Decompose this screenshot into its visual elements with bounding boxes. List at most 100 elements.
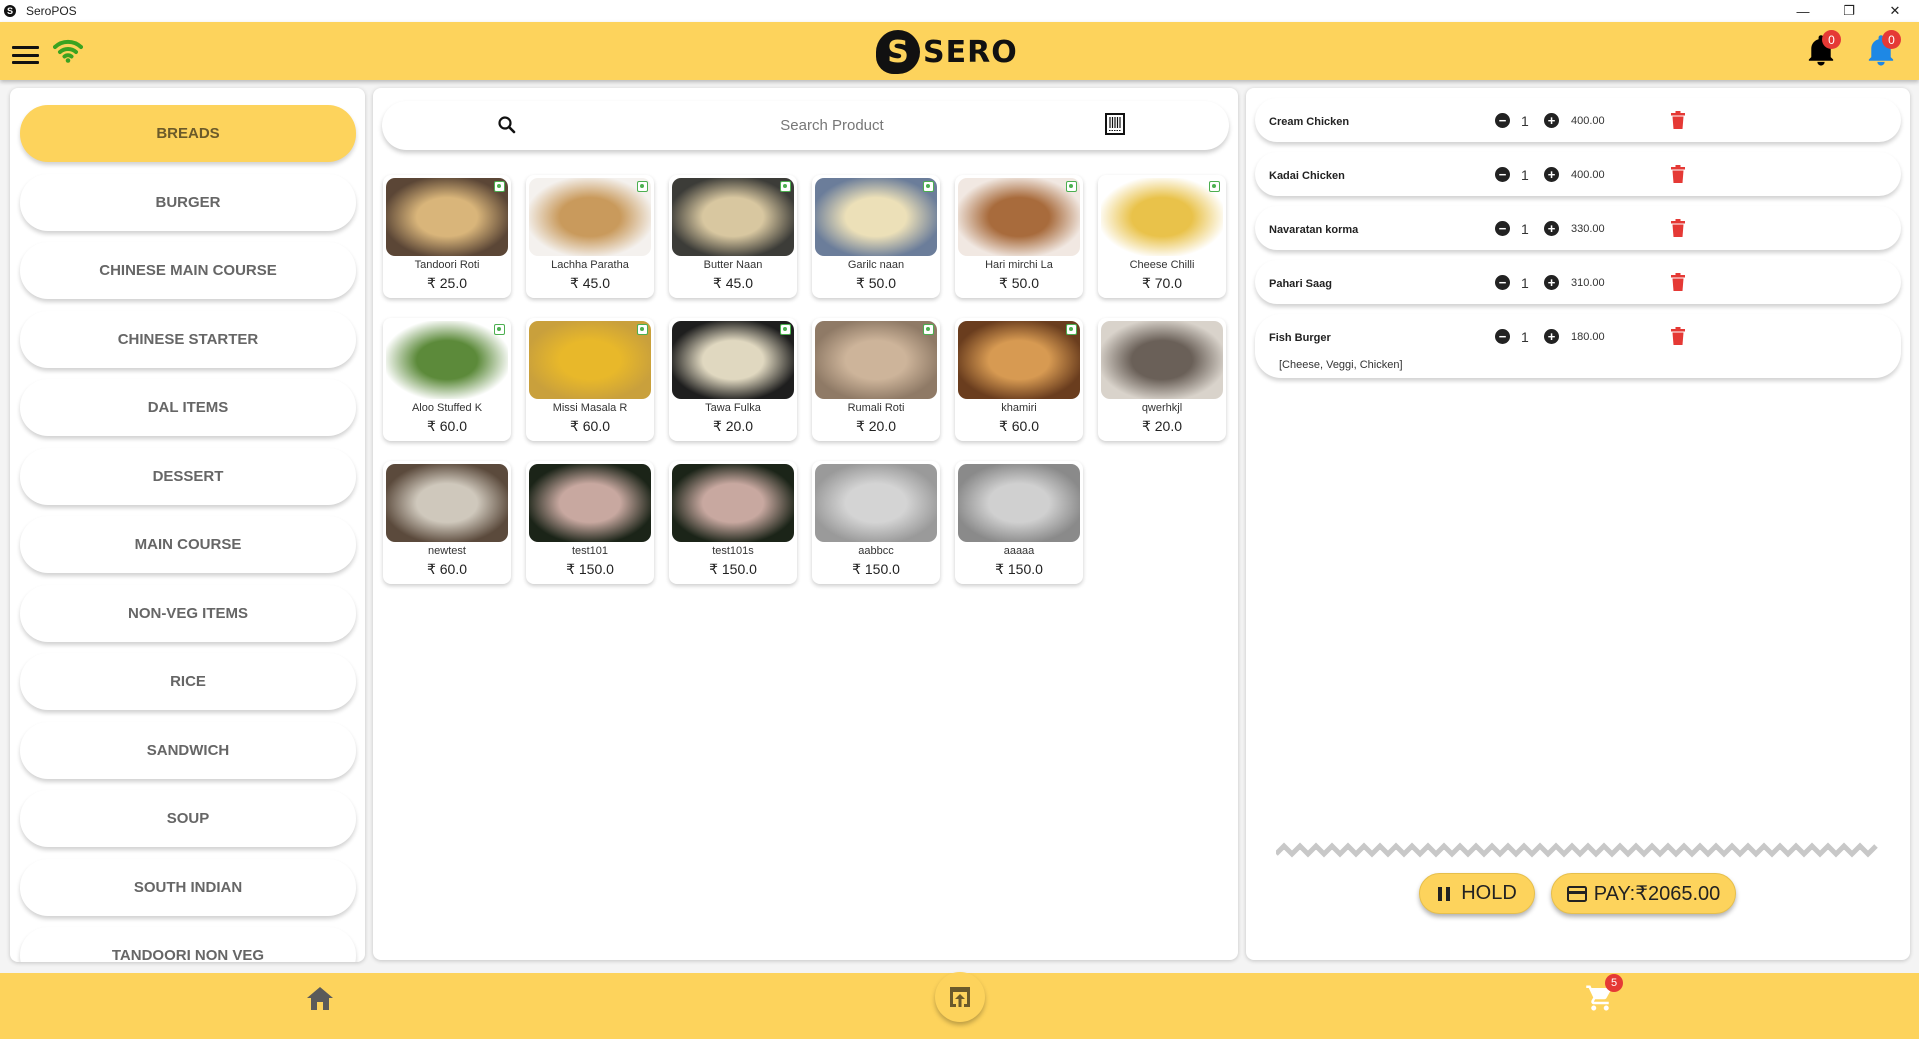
veg-indicator-icon (494, 181, 505, 192)
cart-item-name: Navaratan korma (1269, 224, 1359, 236)
barcode-icon[interactable] (1105, 113, 1125, 135)
product-card[interactable]: Aloo Stuffed K ₹ 60.0 (383, 318, 511, 441)
category-main-course[interactable]: MAIN COURSE (20, 516, 356, 573)
product-card[interactable]: test101s ₹ 150.0 (669, 461, 797, 584)
category-chinese-starter[interactable]: CHINESE STARTER (20, 310, 356, 368)
delete-icon[interactable] (1671, 165, 1685, 183)
cart-item-qty: 1 (1521, 329, 1529, 345)
delete-icon[interactable] (1671, 219, 1685, 237)
product-card[interactable]: Butter Naan ₹ 45.0 (669, 175, 797, 298)
notification-bell-black[interactable]: 0 (1806, 30, 1841, 68)
product-name: test101s (712, 545, 754, 557)
product-name: qwerhkjl (1141, 402, 1183, 414)
product-card[interactable]: newtest ₹ 60.0 (383, 461, 511, 584)
cart-item-name: Kadai Chicken (1269, 170, 1345, 182)
product-card[interactable]: Rumali Roti ₹ 20.0 (812, 318, 940, 441)
product-image (529, 178, 651, 256)
sero-logo: S SERO (876, 28, 1018, 76)
decrease-qty-icon[interactable]: − (1495, 221, 1510, 236)
delete-icon[interactable] (1671, 111, 1685, 129)
product-card[interactable]: test101 ₹ 150.0 (526, 461, 654, 584)
home-icon[interactable] (306, 985, 334, 1011)
category-burger[interactable]: BURGER (20, 173, 356, 231)
cart-item: Navaratan korma −1 +330.00 (1255, 206, 1901, 250)
veg-indicator-icon (1066, 324, 1077, 335)
product-name: newtest (428, 545, 466, 557)
decrease-qty-icon[interactable]: − (1495, 167, 1510, 182)
decrease-qty-icon[interactable]: − (1495, 329, 1510, 344)
veg-indicator-icon (780, 324, 791, 335)
category-dessert[interactable]: DESSERT (20, 447, 356, 505)
product-card[interactable]: Hari mirchi La ₹ 50.0 (955, 175, 1083, 298)
product-card[interactable]: aabbcc ₹ 150.0 (812, 461, 940, 584)
product-name: Aloo Stuffed K (411, 402, 483, 414)
hamburger-icon[interactable] (12, 46, 39, 64)
product-card[interactable]: Missi Masala R ₹ 60.0 (526, 318, 654, 441)
product-card[interactable]: Tandoori Roti ₹ 25.0 (383, 175, 511, 298)
category-soup[interactable]: SOUP (20, 790, 356, 847)
product-image (958, 464, 1080, 542)
search-input[interactable] (562, 109, 1102, 141)
close-button[interactable]: ✕ (1872, 0, 1918, 22)
cart-button[interactable]: 5 (1585, 974, 1623, 1013)
app-header: S SERO 0 0 (0, 22, 1919, 80)
product-image (1101, 321, 1223, 399)
delete-icon[interactable] (1671, 273, 1685, 291)
product-name: aabbcc (858, 545, 894, 557)
increase-qty-icon[interactable]: + (1544, 275, 1559, 290)
category-breads[interactable]: BREADS (20, 105, 356, 162)
notification-bell-blue[interactable]: 0 (1866, 30, 1901, 68)
product-price: ₹ 20.0 (855, 418, 897, 434)
product-price: ₹ 150.0 (709, 561, 757, 577)
category-chinese-main-course[interactable]: CHINESE MAIN COURSE (20, 242, 356, 299)
cart-item-amount: 400.00 (1571, 169, 1605, 181)
delete-icon[interactable] (1671, 327, 1685, 345)
restore-button[interactable]: ❐ (1826, 0, 1872, 22)
veg-indicator-icon (923, 181, 934, 192)
search-icon[interactable] (497, 115, 517, 135)
product-image (529, 321, 651, 399)
veg-indicator-icon (637, 324, 648, 335)
category-south-indian[interactable]: SOUTH INDIAN (20, 858, 356, 916)
product-card[interactable]: qwerhkjl ₹ 20.0 (1098, 318, 1226, 441)
cart-item-name: Cream Chicken (1269, 116, 1350, 128)
open-order-button[interactable] (935, 972, 985, 1022)
category-sandwich[interactable]: SANDWICH (20, 721, 356, 779)
category-dal-items[interactable]: DAL ITEMS (20, 379, 356, 436)
veg-indicator-icon (1209, 181, 1220, 192)
product-name: Tandoori Roti (414, 259, 480, 271)
pay-button[interactable]: PAY:₹2065.00 (1551, 873, 1736, 914)
increase-qty-icon[interactable]: + (1544, 113, 1559, 128)
product-card[interactable]: Tawa Fulka ₹ 20.0 (669, 318, 797, 441)
product-price: ₹ 60.0 (426, 561, 468, 577)
veg-indicator-icon (1066, 181, 1077, 192)
decrease-qty-icon[interactable]: − (1495, 113, 1510, 128)
decrease-qty-icon[interactable]: − (1495, 275, 1510, 290)
veg-indicator-icon (780, 181, 791, 192)
open-in-browser-icon (950, 987, 970, 1007)
cart-item-name: Fish Burger (1269, 332, 1331, 344)
category-tandoori-non-veg[interactable]: TANDOORI NON VEG (20, 927, 356, 962)
increase-qty-icon[interactable]: + (1544, 167, 1559, 182)
category-rice[interactable]: RICE (20, 653, 356, 710)
product-card[interactable]: Garilc naan ₹ 50.0 (812, 175, 940, 298)
credit-card-icon (1566, 885, 1587, 902)
cart-item-qty: 1 (1521, 167, 1529, 183)
minimize-button[interactable]: — (1780, 0, 1826, 22)
cart-item-modifiers: [Cheese, Veggi, Chicken] (1279, 359, 1403, 371)
hold-button[interactable]: HOLD (1419, 873, 1535, 914)
cart-item-amount: 400.00 (1571, 115, 1605, 127)
increase-qty-icon[interactable]: + (1544, 221, 1559, 236)
cart-panel: Cream Chicken −1 +400.00 Kadai Chicken −1 +40… (1246, 88, 1910, 960)
product-card[interactable]: Lachha Paratha ₹ 45.0 (526, 175, 654, 298)
product-name: Tawa Fulka (705, 402, 761, 414)
product-card[interactable]: Cheese Chilli ₹ 70.0 (1098, 175, 1226, 298)
app-icon: S (4, 5, 16, 17)
product-name: test101 (571, 545, 609, 557)
increase-qty-icon[interactable]: + (1544, 329, 1559, 344)
product-card[interactable]: khamiri ₹ 60.0 (955, 318, 1083, 441)
product-price: ₹ 20.0 (1141, 418, 1183, 434)
product-card[interactable]: aaaaa ₹ 150.0 (955, 461, 1083, 584)
category-non-veg-items[interactable]: NON-VEG ITEMS (20, 584, 356, 642)
logo-text: SERO (923, 34, 1018, 70)
